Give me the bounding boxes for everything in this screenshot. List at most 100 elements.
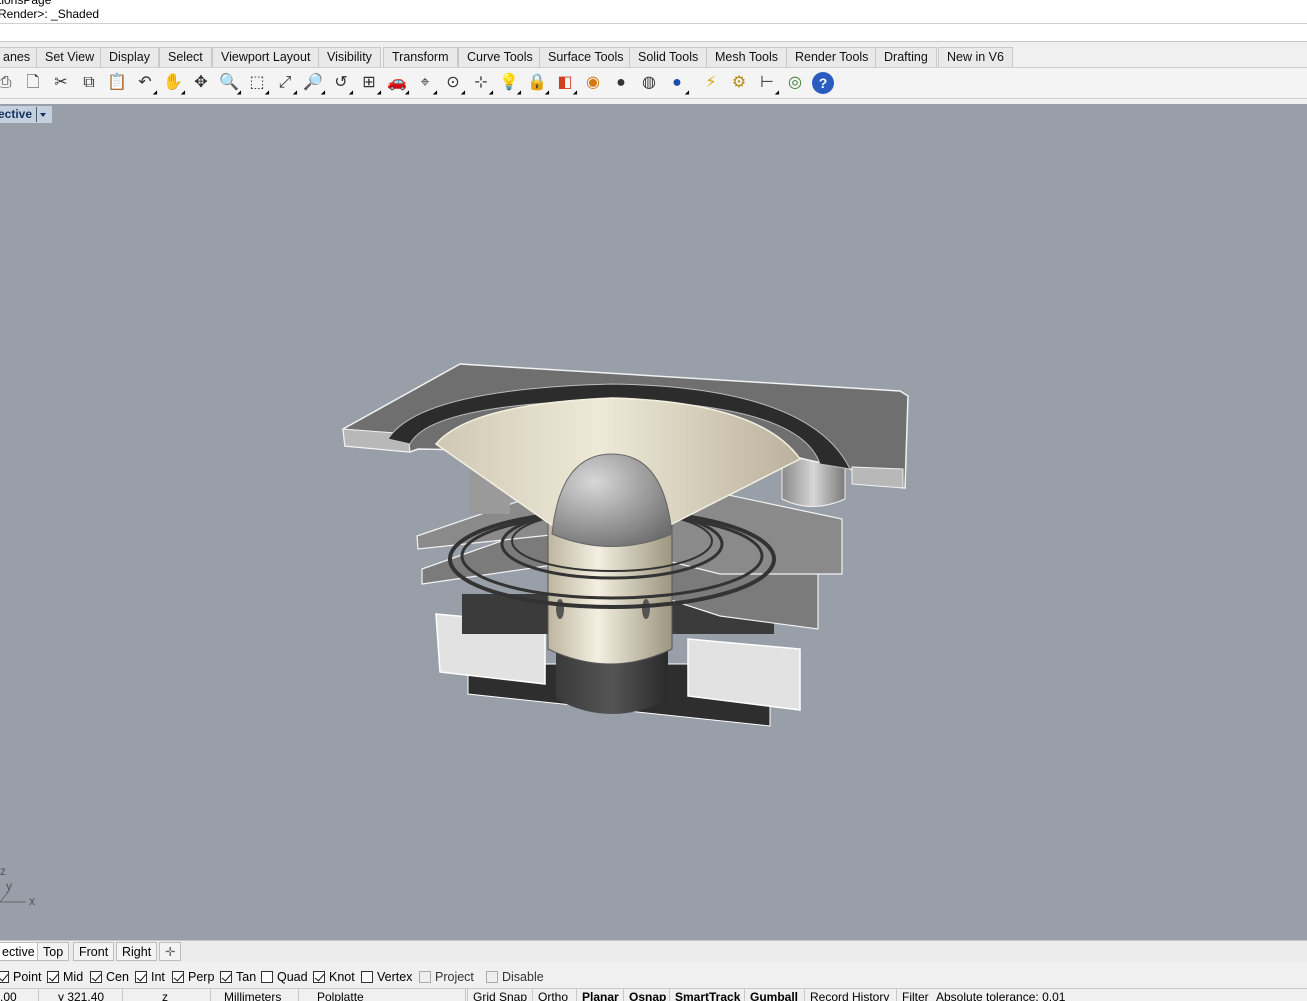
- osnap-mid-checkbox[interactable]: Mid: [47, 969, 83, 984]
- zoom-dynamic-icon[interactable]: 🔍: [218, 72, 240, 94]
- standard-toolbar: ⎙ 🗋 ✂ ⧉ 📋 ↶ ✋ ✥ 🔍 ⬚ ⤢ 🔎 ↺ ⊞ 🚗 ⌖ ⊙ ⊹ 💡 🔒 ◧ ◉ ● ◍ ● ⚡ ⚙ ⊢ ◎?: [0, 67, 1307, 99]
- command-history-line: Render>: _Shaded: [0, 7, 100, 21]
- osnap-cen-checkbox[interactable]: Cen: [90, 969, 129, 984]
- tab-right[interactable]: Right: [116, 942, 158, 961]
- osnap-quad-checkbox[interactable]: Quad: [261, 969, 308, 984]
- wand-icon[interactable]: ⚡: [700, 72, 722, 94]
- osnap-bar: Point Mid Cen Int Perp Tan Quad Knot Vertex Proje…: [0, 965, 1307, 987]
- status-toggle-smarttrack[interactable]: SmartTrack: [675, 990, 740, 1001]
- named-view-icon[interactable]: ⌖: [414, 72, 436, 94]
- checkbox-box[interactable]: [172, 970, 184, 983]
- status-toggle-ortho[interactable]: Ortho: [538, 990, 568, 1001]
- zoom-extents-icon[interactable]: ⤢: [274, 72, 296, 94]
- ribbon-tab-surface-tools[interactable]: Surface Tools: [539, 47, 633, 67]
- snap-icon[interactable]: ⊹: [470, 72, 492, 94]
- gear-icon[interactable]: ⚙: [728, 72, 750, 94]
- checkbox-box[interactable]: [220, 970, 232, 983]
- rotate-view-icon[interactable]: ✥: [190, 72, 212, 94]
- tab-top[interactable]: Top: [37, 942, 70, 961]
- osnap-label: Tan: [236, 969, 257, 984]
- status-toggle-filter[interactable]: Filter: [902, 990, 929, 1001]
- world-axes-icon: [0, 891, 26, 903]
- checkbox-box[interactable]: [0, 970, 9, 983]
- print-icon[interactable]: ⎙: [0, 72, 16, 94]
- osnap-label: Disable: [502, 969, 544, 984]
- ribbon-tab-new-in-v6[interactable]: New in V6: [938, 47, 1013, 67]
- osnap-disable-checkbox[interactable]: Disable: [486, 969, 544, 984]
- command-prompt-input[interactable]: [0, 24, 1307, 42]
- four-viewports-icon[interactable]: ⊞: [358, 72, 380, 94]
- lock-icon[interactable]: 🔒: [526, 72, 548, 94]
- color-wheel-icon[interactable]: ◉: [582, 72, 604, 94]
- osnap-label: Project: [435, 969, 474, 984]
- ribbon-tab-viewport-layout[interactable]: Viewport Layout: [212, 47, 320, 67]
- copy-icon[interactable]: ⧉: [78, 72, 100, 94]
- speaker-model[interactable]: [0, 104, 1307, 940]
- checkbox-box[interactable]: [135, 970, 147, 983]
- cut-icon[interactable]: ✂: [50, 72, 72, 94]
- osnap-label: Cen: [106, 969, 129, 984]
- osnap-knot-checkbox[interactable]: Knot: [313, 969, 355, 984]
- osnap-tan-checkbox[interactable]: Tan: [220, 969, 256, 984]
- osnap-int-checkbox[interactable]: Int: [135, 969, 165, 984]
- checkbox-box[interactable]: [47, 970, 59, 983]
- osnap-label: Vertex: [377, 969, 413, 984]
- pan-icon[interactable]: ✋: [162, 72, 184, 94]
- current-layer[interactable]: Polplatte: [317, 990, 364, 1001]
- ribbon-tab-transform[interactable]: Transform: [383, 47, 458, 67]
- coord-x-readout: .00: [0, 990, 17, 1001]
- add-viewport-tab-icon[interactable]: ✛: [159, 942, 181, 961]
- rendered-sphere-icon[interactable]: ◍: [638, 72, 660, 94]
- status-toggle-record-history[interactable]: Record History: [810, 990, 889, 1001]
- paste-icon[interactable]: 📋: [106, 72, 128, 94]
- undo-icon[interactable]: ↶: [134, 72, 156, 94]
- ribbon-tab-render-tools[interactable]: Render Tools: [786, 47, 878, 67]
- osnap-perp-checkbox[interactable]: Perp: [172, 969, 214, 984]
- axis-x-label: x: [29, 894, 35, 908]
- osnap-project-checkbox[interactable]: Project: [419, 969, 474, 984]
- checkbox-box[interactable]: [486, 970, 498, 983]
- ribbon-tab-set-view[interactable]: Set View: [36, 47, 104, 67]
- globe-icon[interactable]: ◎: [784, 72, 806, 94]
- help-icon[interactable]: ?: [812, 72, 834, 94]
- status-bar: .00 y 321.40 z Millimeters Polplatte Gri…: [0, 988, 1307, 1001]
- blue-sphere-icon[interactable]: ●: [666, 72, 688, 94]
- light-icon[interactable]: 💡: [498, 72, 520, 94]
- ribbon-tab-mesh-tools[interactable]: Mesh Tools: [706, 47, 787, 67]
- perspective-viewport[interactable]: ective z y x: [0, 104, 1307, 940]
- ribbon-tab-visibility[interactable]: Visibility: [318, 47, 381, 67]
- osnap-label: Mid: [63, 969, 84, 984]
- tab-front[interactable]: Front: [73, 942, 115, 961]
- checkbox-box[interactable]: [313, 970, 325, 983]
- shaded-sphere-icon[interactable]: ●: [610, 72, 632, 94]
- checkbox-box[interactable]: [90, 970, 102, 983]
- ribbon-tab-curve-tools[interactable]: Curve Tools: [458, 47, 542, 67]
- status-toggle-grid-snap[interactable]: Grid Snap: [473, 990, 527, 1001]
- osnap-vertex-checkbox[interactable]: Vertex: [361, 969, 412, 984]
- color-icon[interactable]: ◧: [554, 72, 576, 94]
- new-document-icon[interactable]: 🗋: [22, 72, 44, 94]
- undo-view-icon[interactable]: ↺: [330, 72, 352, 94]
- units-readout[interactable]: Millimeters: [224, 990, 281, 1001]
- zoom-window-icon[interactable]: ⬚: [246, 72, 268, 94]
- osnap-point-checkbox[interactable]: Point: [0, 969, 42, 984]
- ribbon-tab-drafting[interactable]: Drafting: [875, 47, 937, 67]
- zoom-selected-icon[interactable]: 🔎: [302, 72, 324, 94]
- status-toggle-osnap[interactable]: Osnap: [629, 990, 666, 1001]
- osnap-label: Perp: [188, 969, 215, 984]
- car-icon[interactable]: 🚗: [386, 72, 408, 94]
- dimension-icon[interactable]: ⊢: [756, 72, 778, 94]
- osnap-label: Point: [13, 969, 42, 984]
- status-toggle-planar[interactable]: Planar: [582, 990, 619, 1001]
- ribbon-tab-solid-tools[interactable]: Solid Tools: [629, 47, 708, 67]
- ribbon-tab-select[interactable]: Select: [159, 47, 212, 67]
- checkbox-box[interactable]: [419, 970, 431, 983]
- viewport-tab-bar: ective Top Front Right ✛: [0, 940, 1307, 962]
- status-toggle-gumball[interactable]: Gumball: [750, 990, 798, 1001]
- checkbox-box[interactable]: [261, 970, 273, 983]
- checkbox-box[interactable]: [361, 970, 373, 983]
- ribbon-tab-anes[interactable]: anes: [0, 47, 40, 67]
- ribbon-tab-display[interactable]: Display: [100, 47, 159, 67]
- cplane-icon[interactable]: ⊙: [442, 72, 464, 94]
- tab-perspective[interactable]: ective: [0, 942, 41, 961]
